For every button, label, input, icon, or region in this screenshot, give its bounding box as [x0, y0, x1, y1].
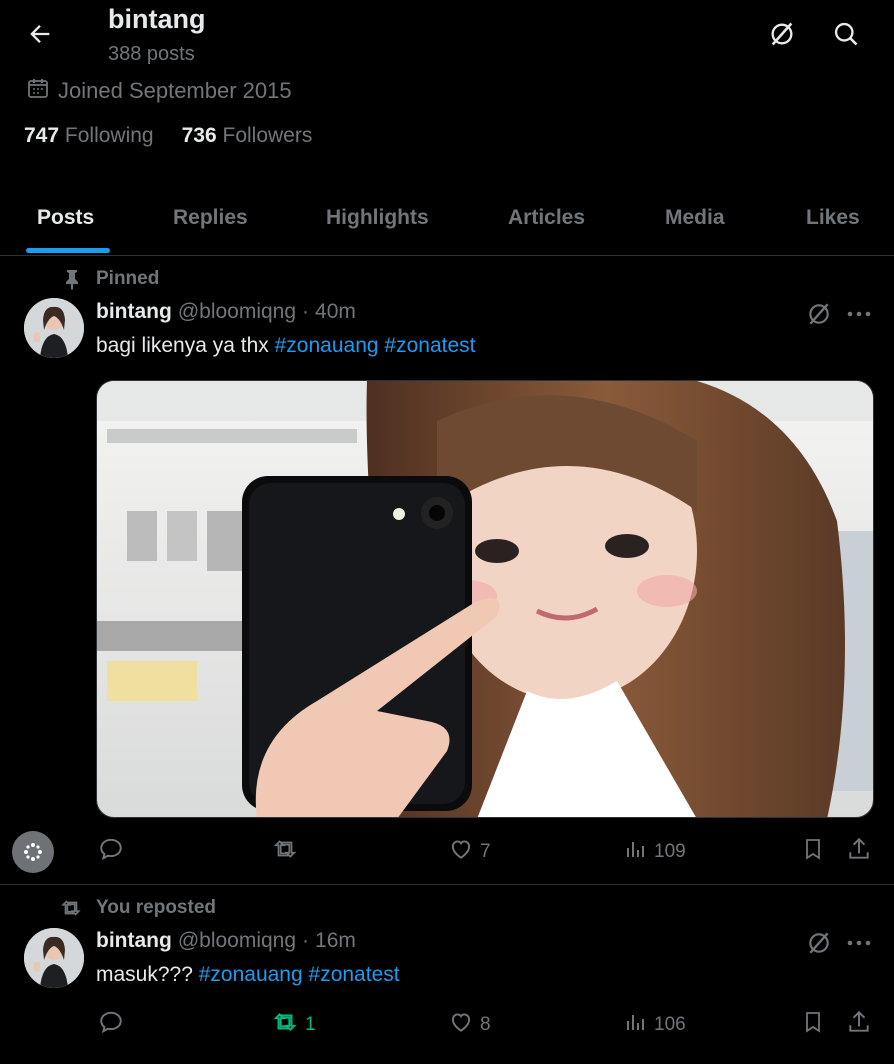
- tab-articles[interactable]: Articles: [508, 180, 585, 256]
- post-header: bintang @bloomiqng · 40m: [96, 300, 356, 324]
- separator: ·: [302, 929, 310, 952]
- grok-icon[interactable]: [764, 16, 800, 52]
- post-author-handle[interactable]: @bloomiqng: [178, 300, 296, 324]
- bookmark-button[interactable]: [801, 1008, 825, 1042]
- repost-count: 1: [305, 1014, 316, 1035]
- grok-icon[interactable]: [804, 299, 834, 329]
- like-icon: [448, 1009, 474, 1041]
- views-icon: [624, 837, 648, 867]
- post-time[interactable]: 16m: [315, 929, 356, 953]
- active-tab-indicator: [26, 248, 110, 253]
- repost-icon: [60, 897, 82, 919]
- post-text: bagi likenya ya thx #zonauang #zonatest: [96, 334, 475, 358]
- search-icon[interactable]: [828, 16, 864, 52]
- reply-icon: [98, 1009, 124, 1041]
- reply-icon: [98, 836, 124, 868]
- more-icon[interactable]: [846, 299, 872, 329]
- follow-stats: 747 Following 736 Followers: [24, 124, 312, 148]
- share-icon: [846, 1009, 872, 1041]
- post-divider: [0, 884, 894, 885]
- post-author-name[interactable]: bintang: [96, 300, 172, 324]
- views-count: 109: [654, 841, 686, 862]
- avatar[interactable]: [24, 928, 84, 988]
- joined-text: Joined September 2015: [58, 78, 292, 103]
- repost-icon: [271, 836, 299, 868]
- tab-posts[interactable]: Posts: [37, 180, 94, 256]
- more-icon[interactable]: [846, 928, 872, 958]
- views-icon: [624, 1010, 648, 1040]
- followers-label: Followers: [222, 124, 313, 147]
- views-count: 106: [654, 1014, 686, 1035]
- bookmark-icon: [801, 836, 825, 868]
- post-actions: 1 8 106: [96, 1008, 876, 1042]
- reply-button[interactable]: [98, 835, 124, 869]
- apps-icon[interactable]: [12, 831, 54, 873]
- pinned-text: Pinned: [96, 268, 160, 289]
- share-button[interactable]: [846, 835, 872, 869]
- post-text-body: masuk???: [96, 963, 193, 986]
- bookmark-icon: [801, 1009, 825, 1041]
- calendar-icon: [26, 76, 50, 106]
- tab-media[interactable]: Media: [665, 180, 725, 256]
- repost-button[interactable]: 1: [271, 1008, 316, 1042]
- tab-likes[interactable]: Likes: [806, 180, 860, 256]
- avatar[interactable]: [24, 298, 84, 358]
- repost-context-text: You reposted: [96, 897, 216, 918]
- hashtag-link[interactable]: #zonatest: [309, 963, 400, 986]
- repost-button[interactable]: [271, 835, 305, 869]
- joined-date: Joined September 2015: [26, 76, 292, 106]
- separator: ·: [302, 300, 310, 323]
- post-author-handle[interactable]: @bloomiqng: [178, 929, 296, 953]
- post-actions: 7 109: [96, 835, 876, 869]
- views-button[interactable]: 109: [624, 835, 686, 869]
- following-label: Following: [64, 124, 154, 147]
- like-icon: [448, 836, 474, 868]
- top-bar: bintang 388 posts: [0, 0, 894, 72]
- post-text: masuk??? #zonauang #zonatest: [96, 963, 400, 987]
- profile-name-header: bintang: [108, 4, 206, 34]
- bookmark-button[interactable]: [801, 835, 825, 869]
- repost-icon: [271, 1009, 299, 1041]
- hashtag-link[interactable]: #zonauang: [199, 963, 303, 986]
- share-button[interactable]: [846, 1008, 872, 1042]
- post-header: bintang @bloomiqng · 16m: [96, 929, 356, 953]
- like-button[interactable]: 8: [448, 1008, 491, 1042]
- hashtag-link[interactable]: #zonauang: [275, 334, 379, 357]
- hashtag-link[interactable]: #zonatest: [384, 334, 475, 357]
- following-link[interactable]: 747 Following: [24, 124, 154, 148]
- post-author-name[interactable]: bintang: [96, 929, 172, 953]
- like-count: 7: [480, 841, 491, 862]
- like-button[interactable]: 7: [448, 835, 491, 869]
- tab-highlights[interactable]: Highlights: [326, 180, 429, 256]
- post-time[interactable]: 40m: [315, 300, 356, 324]
- back-arrow-icon[interactable]: [24, 18, 56, 50]
- share-icon: [846, 836, 872, 868]
- followers-link[interactable]: 736 Followers: [182, 124, 313, 148]
- tab-replies[interactable]: Replies: [173, 180, 248, 256]
- reply-button[interactable]: [98, 1008, 124, 1042]
- posts-count: 388 posts: [108, 43, 195, 65]
- pinned-label: Pinned: [60, 268, 159, 290]
- followers-count: 736: [181, 124, 217, 147]
- post-text-body: bagi likenya ya thx: [96, 334, 269, 357]
- following-count: 747: [24, 124, 60, 147]
- profile-tabs: Posts Replies Highlights Articles Media …: [0, 180, 894, 256]
- like-count: 8: [480, 1014, 491, 1035]
- views-button[interactable]: 106: [624, 1008, 686, 1042]
- pin-icon: [60, 268, 82, 290]
- post-media-image[interactable]: [96, 380, 874, 818]
- repost-context: You reposted: [60, 897, 216, 919]
- grok-icon[interactable]: [804, 928, 834, 958]
